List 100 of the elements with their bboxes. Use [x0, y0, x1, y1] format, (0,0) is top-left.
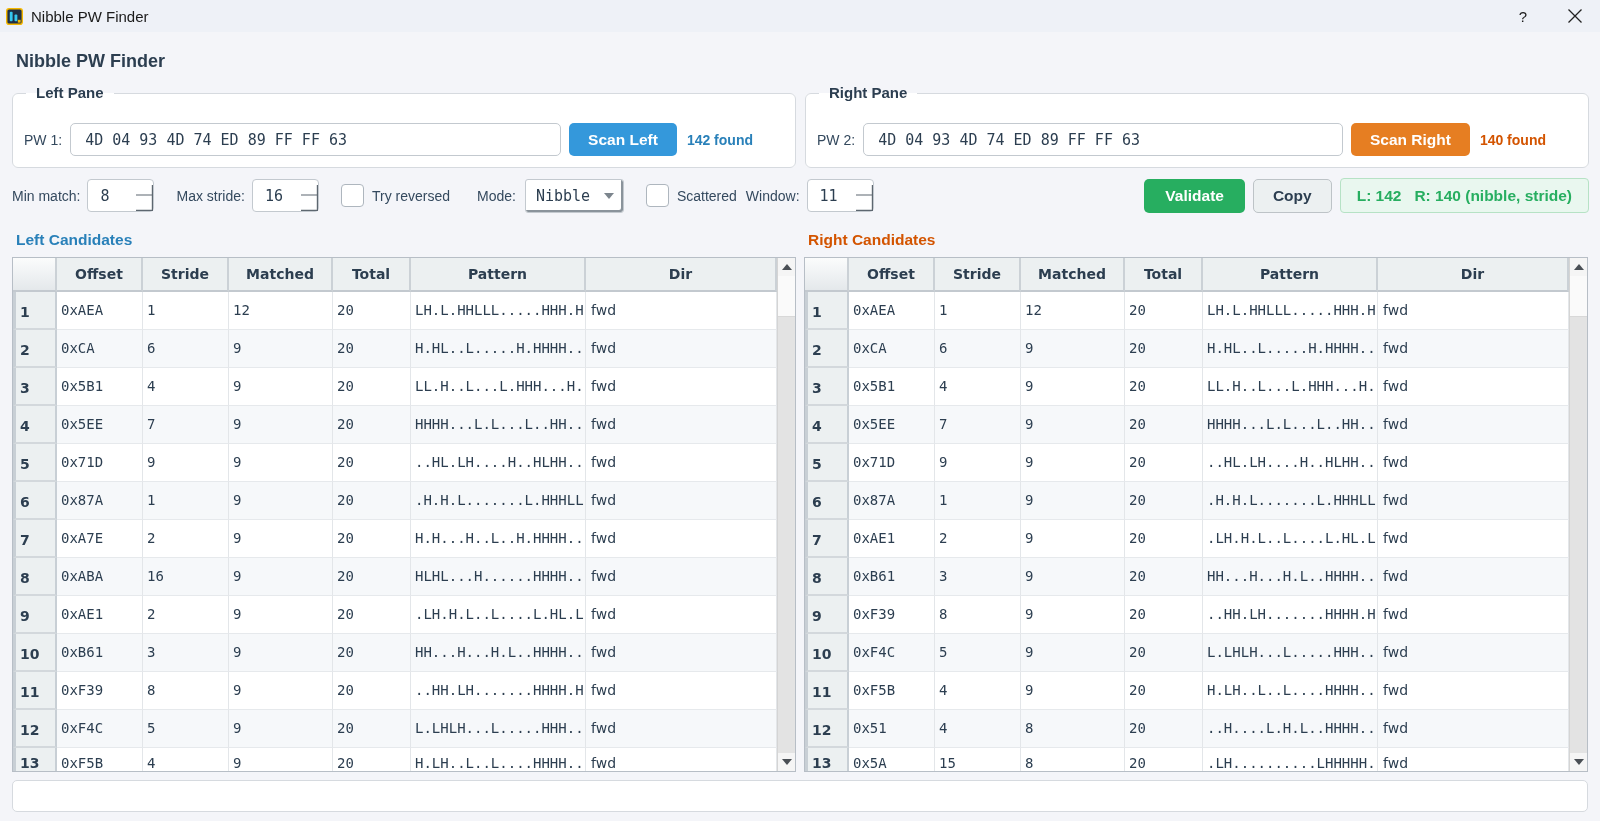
table-cell: 0xCA — [849, 330, 935, 368]
table-cell: 0xAE1 — [849, 520, 935, 558]
checkbox-label[interactable]: Scattered — [676, 187, 737, 204]
column-header[interactable]: Matched — [1021, 258, 1125, 292]
table-cell: 20 — [1125, 558, 1203, 596]
scroll-button[interactable] — [778, 753, 795, 771]
table-cell: 20 — [333, 482, 411, 520]
table-cell: 20 — [1125, 710, 1203, 748]
table-cell: 0xF4C — [57, 710, 143, 748]
table-cell: 20 — [333, 444, 411, 482]
table-cell: 4 — [143, 368, 229, 406]
table-cell: .H.H.L.......L.HHHLL — [1203, 482, 1378, 520]
table-cell: L.LHLH...L.....HHH.. — [1203, 634, 1378, 672]
table-cell: .LH.H.L..L....L.HL.L — [1203, 520, 1378, 558]
scroll-button[interactable] — [1570, 753, 1587, 771]
row-header: 6 — [805, 482, 849, 520]
table-cell: fwd — [1378, 710, 1569, 748]
table-cell: 20 — [1125, 292, 1203, 330]
scrollbar[interactable] — [777, 258, 795, 771]
table-cell: fwd — [1378, 292, 1569, 330]
mode-dropdown[interactable]: Nibble — [524, 178, 624, 213]
column-header[interactable]: Dir — [586, 258, 777, 292]
table-cell: 3 — [143, 634, 229, 672]
row-header: 5 — [805, 444, 849, 482]
table-cell: 9 — [1021, 482, 1125, 520]
column-header[interactable]: Matched — [229, 258, 333, 292]
table-cell: 0xB61 — [57, 634, 143, 672]
copy-button[interactable]: Copy — [1252, 178, 1332, 213]
table-cell: fwd — [1378, 368, 1569, 406]
column-header[interactable]: Dir — [1378, 258, 1569, 292]
table-cell: 0x87A — [57, 482, 143, 520]
status-field[interactable] — [12, 780, 1588, 812]
table-cell: 5 — [143, 710, 229, 748]
spin-field[interactable]: 16 — [251, 179, 319, 212]
field-label: PW 2: — [817, 131, 856, 148]
field-label: PW 1: — [24, 131, 63, 148]
column-header[interactable]: Offset — [849, 258, 935, 292]
up-arrow-icon — [781, 264, 792, 270]
table-cell: 20 — [333, 406, 411, 444]
scrollbar[interactable] — [1569, 258, 1587, 771]
scrollbar-thumb[interactable] — [778, 276, 795, 317]
checkbox-label[interactable]: Try reversed — [371, 187, 450, 204]
table-cell: 20 — [333, 520, 411, 558]
table-cell: 3 — [935, 558, 1021, 596]
row-header: 8 — [805, 558, 849, 596]
table-cell: fwd — [1378, 330, 1569, 368]
help-button[interactable]: ? — [1518, 7, 1527, 25]
pw-input[interactable]: 4D 04 93 4D 74 ED 89 FF FF 63 — [863, 123, 1343, 156]
table-cell: HHHH...L.L...L..HH.. — [1203, 406, 1378, 444]
row-header: 7 — [13, 520, 57, 558]
table-cell: 0xA7E — [57, 520, 143, 558]
spinner-icon[interactable] — [136, 185, 154, 211]
table-cell: H.HL..L.....H.HHHH.. — [1203, 330, 1378, 368]
table-cell: 0x71D — [57, 444, 143, 482]
table-cell: 9 — [1021, 368, 1125, 406]
scroll-button[interactable] — [778, 258, 795, 276]
spin-field[interactable]: 11 — [806, 179, 874, 212]
corner-header — [13, 258, 57, 292]
option-label: Min match: — [12, 187, 81, 204]
table-cell: .H.H.L.......L.HHHLL — [411, 482, 586, 520]
table-cell: 0xF39 — [849, 596, 935, 634]
table-cell: 0xAEA — [57, 292, 143, 330]
table-cell: fwd — [586, 292, 777, 330]
spinner-icon[interactable] — [855, 185, 873, 211]
table-cell: 12 — [1021, 292, 1125, 330]
column-header[interactable]: Total — [333, 258, 411, 292]
table-cell: 20 — [333, 596, 411, 634]
column-header[interactable]: Pattern — [411, 258, 586, 292]
table-cell: 9 — [229, 672, 333, 710]
scrollbar-thumb[interactable] — [1570, 276, 1587, 317]
option-label: Window: — [745, 187, 800, 204]
table-cell: 8 — [143, 672, 229, 710]
table-cell: 20 — [1125, 482, 1203, 520]
column-header[interactable]: Stride — [935, 258, 1021, 292]
row-header: 1 — [805, 292, 849, 330]
table-cell: 0x87A — [849, 482, 935, 520]
pw-input[interactable]: 4D 04 93 4D 74 ED 89 FF FF 63 — [70, 123, 562, 156]
column-header[interactable]: Total — [1125, 258, 1203, 292]
table-cell: 9 — [229, 330, 333, 368]
table-cell: 0xAE1 — [57, 596, 143, 634]
table-cell: fwd — [586, 406, 777, 444]
table-cell: 20 — [1125, 520, 1203, 558]
checkbox[interactable] — [645, 184, 669, 207]
table-cell: ..HH.LH.......HHHH.H — [1203, 596, 1378, 634]
column-header[interactable]: Offset — [57, 258, 143, 292]
row-header: 4 — [13, 406, 57, 444]
checkbox[interactable] — [340, 184, 364, 207]
table-cell: 0x5EE — [849, 406, 935, 444]
row-header: 4 — [805, 406, 849, 444]
app-icon — [6, 7, 23, 25]
spin-field[interactable]: 8 — [87, 179, 155, 212]
column-header[interactable]: Stride — [143, 258, 229, 292]
spinner-icon[interactable] — [300, 185, 318, 211]
table-cell: fwd — [586, 672, 777, 710]
table-cell: 6 — [143, 330, 229, 368]
table-cell: 0xF5B — [849, 672, 935, 710]
scroll-button[interactable] — [1570, 258, 1587, 276]
table-cell: 4 — [935, 368, 1021, 406]
table-cell: 0x5B1 — [849, 368, 935, 406]
column-header[interactable]: Pattern — [1203, 258, 1378, 292]
